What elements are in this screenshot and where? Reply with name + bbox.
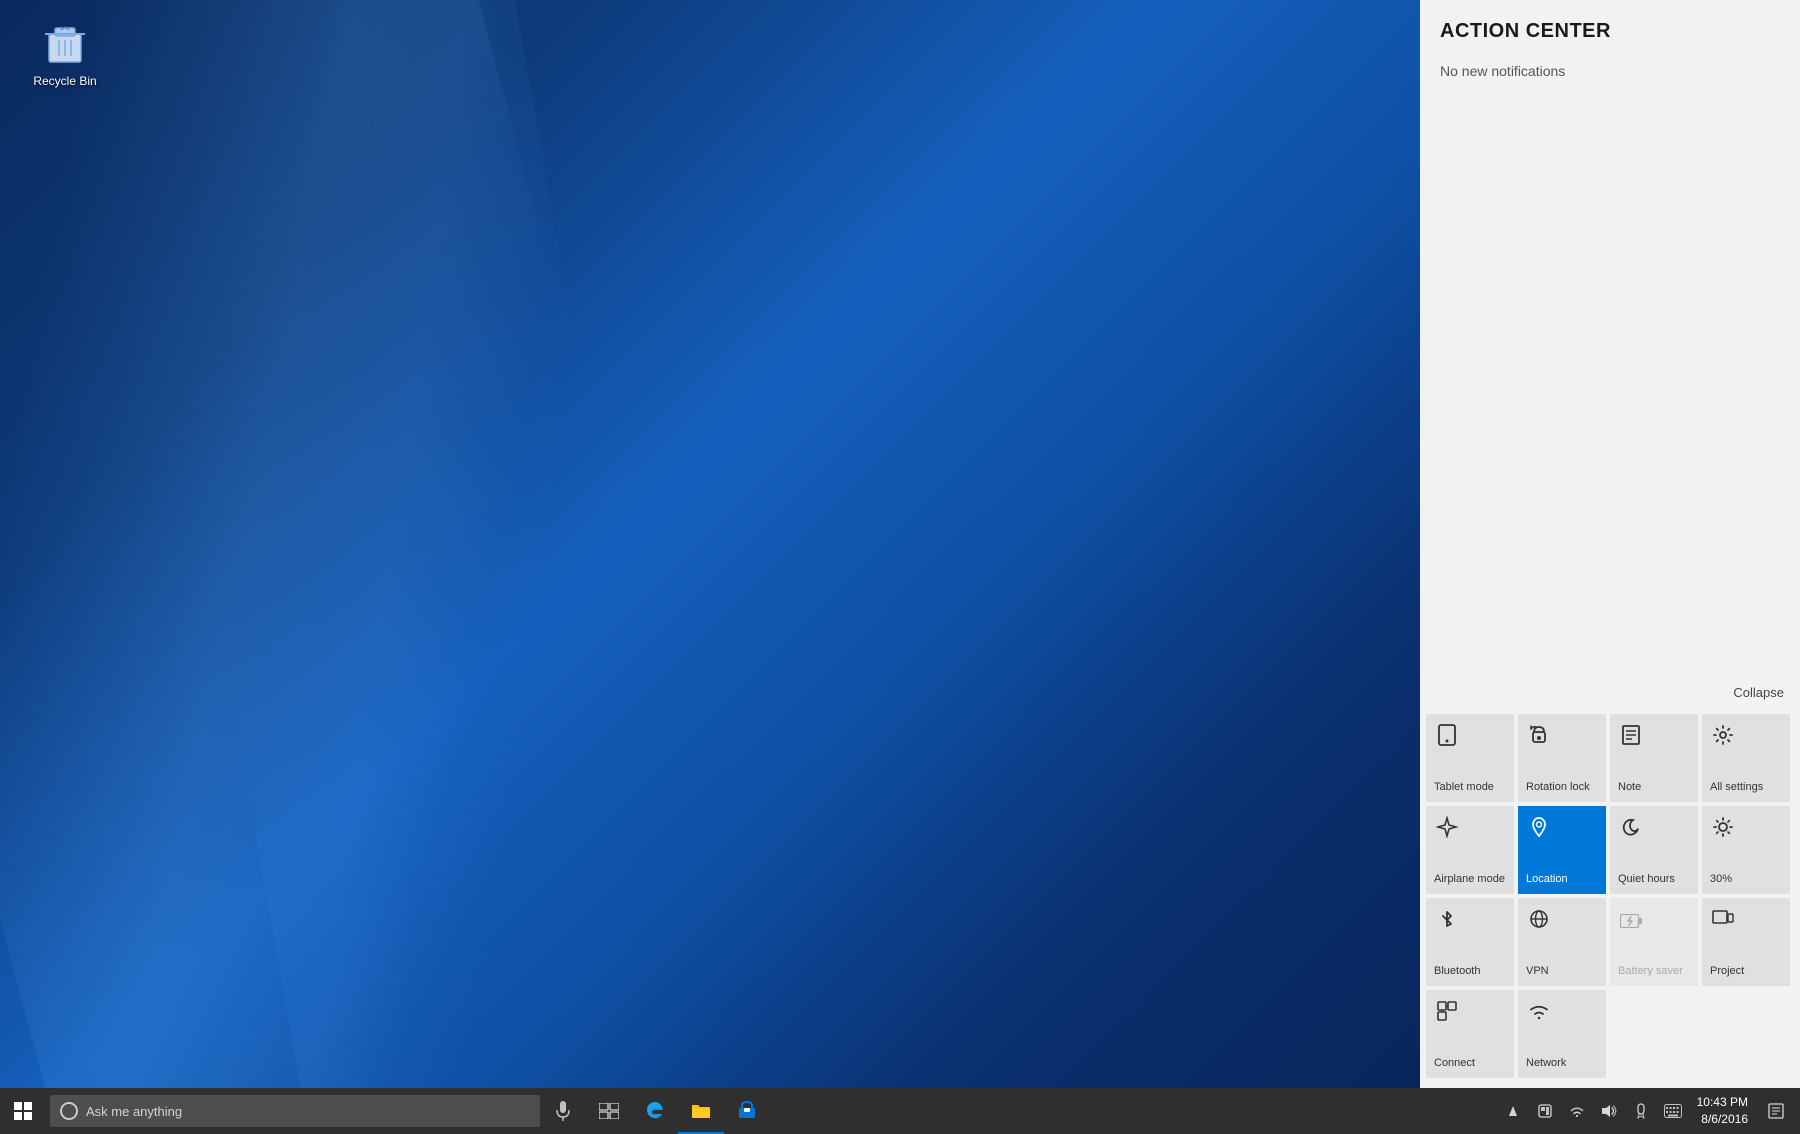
airplane-mode-icon [1436, 816, 1458, 844]
quick-action-network[interactable]: Network [1518, 990, 1606, 1078]
notification-center-button[interactable] [1756, 1088, 1796, 1134]
connect-label: Connect [1434, 1057, 1475, 1070]
quick-action-brightness-30[interactable]: 30% [1702, 806, 1790, 894]
rotation-lock-icon [1528, 724, 1550, 752]
clock-display[interactable]: 10:43 PM 8/6/2016 [1689, 1088, 1756, 1134]
collapse-button[interactable]: Collapse [1420, 677, 1800, 708]
network-tray-icon[interactable] [1561, 1088, 1593, 1134]
cortana-icon [60, 1102, 78, 1120]
store-button[interactable] [724, 1088, 770, 1134]
quick-action-row: Connect Network [1424, 988, 1796, 1080]
search-placeholder: Ask me anything [86, 1104, 182, 1119]
quick-action-vpn[interactable]: VPN [1518, 898, 1606, 986]
quick-action-connect[interactable]: Connect [1426, 990, 1514, 1078]
network-icon [1528, 1000, 1550, 1026]
quick-action-quiet-hours[interactable]: Quiet hours [1610, 806, 1698, 894]
quick-action-project[interactable]: Project [1702, 898, 1790, 986]
action-center-title: ACTION CENTER [1420, 0, 1800, 53]
location-icon [1528, 816, 1550, 844]
no-notifications-text: No new notifications [1420, 53, 1800, 89]
brightness-30-icon [1712, 816, 1734, 844]
volume-tray-icon[interactable] [1593, 1088, 1625, 1134]
rotation-lock-label: Rotation lock [1526, 781, 1590, 794]
windows-ink-tray-icon[interactable] [1529, 1088, 1561, 1134]
bluetooth-label: Bluetooth [1434, 965, 1480, 978]
quick-action-bluetooth[interactable]: Bluetooth [1426, 898, 1514, 986]
file-explorer-button[interactable] [678, 1088, 724, 1134]
airplane-mode-label: Airplane mode [1434, 873, 1505, 886]
action-center-panel: ACTION CENTER No new notifications Colla… [1420, 0, 1800, 1088]
all-settings-label: All settings [1710, 781, 1763, 794]
edge-browser-button[interactable] [632, 1088, 678, 1134]
vpn-label: VPN [1526, 965, 1549, 978]
clock-date: 8/6/2016 [1701, 1111, 1748, 1128]
quick-action-tablet-mode[interactable]: Tablet mode [1426, 714, 1514, 802]
quick-action-note[interactable]: Note [1610, 714, 1698, 802]
recycle-bin-icon[interactable]: Recycle Bin [20, 20, 110, 88]
pen-tray-icon[interactable] [1625, 1088, 1657, 1134]
keyboard-tray-icon[interactable] [1657, 1088, 1689, 1134]
battery-saver-icon [1620, 908, 1642, 934]
location-label: Location [1526, 873, 1568, 886]
search-box[interactable]: Ask me anything [50, 1095, 540, 1127]
quick-action-battery-saver[interactable]: Battery saver [1610, 898, 1698, 986]
bluetooth-icon [1436, 908, 1458, 936]
taskbar: Ask me anything [0, 1088, 1800, 1134]
quick-action-row: Airplane mode Location Quiet hours 30% [1424, 804, 1796, 896]
quick-action-rotation-lock[interactable]: Rotation lock [1518, 714, 1606, 802]
cortana-mic-button[interactable] [540, 1088, 586, 1134]
recycle-bin-image [41, 20, 89, 68]
quick-actions-grid: Tablet mode Rotation lock Note All settings… [1420, 708, 1800, 1088]
connect-icon [1436, 1000, 1458, 1028]
brightness-30-label: 30% [1710, 873, 1732, 886]
quiet-hours-label: Quiet hours [1618, 873, 1675, 886]
recycle-bin-label: Recycle Bin [33, 74, 96, 88]
quick-action-all-settings[interactable]: All settings [1702, 714, 1790, 802]
project-icon [1712, 908, 1734, 934]
task-view-button[interactable] [586, 1088, 632, 1134]
system-tray: 10:43 PM 8/6/2016 [1497, 1088, 1800, 1134]
all-settings-icon [1712, 724, 1734, 752]
quick-action-row: Tablet mode Rotation lock Note All settings [1424, 712, 1796, 804]
battery-saver-label: Battery saver [1618, 965, 1683, 978]
clock-time: 10:43 PM [1697, 1094, 1748, 1111]
tablet-mode-icon [1436, 724, 1458, 752]
quick-action-airplane-mode[interactable]: Airplane mode [1426, 806, 1514, 894]
project-label: Project [1710, 965, 1744, 978]
network-label: Network [1526, 1057, 1566, 1070]
note-icon [1620, 724, 1642, 752]
note-label: Note [1618, 781, 1641, 794]
tablet-mode-label: Tablet mode [1434, 781, 1494, 794]
start-button[interactable] [0, 1088, 46, 1134]
show-hidden-icons-button[interactable] [1497, 1088, 1529, 1134]
vpn-icon [1528, 908, 1550, 936]
quick-action-location[interactable]: Location [1518, 806, 1606, 894]
quick-action-row: Bluetooth VPN Battery saver Project [1424, 896, 1796, 988]
quiet-hours-icon [1620, 816, 1642, 844]
